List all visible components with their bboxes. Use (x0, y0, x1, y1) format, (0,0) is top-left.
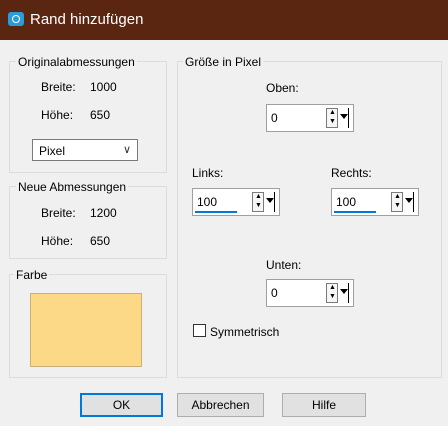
arrow-up-icon[interactable]: ▲ (254, 193, 263, 201)
arrow-down-icon[interactable]: ▼ (393, 202, 402, 210)
right-label: Rechts: (331, 166, 372, 180)
right-spinbox[interactable]: 100 ▲ ▼ (331, 188, 419, 216)
bottom-dropdown-icon[interactable] (340, 283, 350, 303)
color-swatch[interactable] (30, 293, 142, 367)
top-spinbox[interactable]: 0 ▲ ▼ (266, 104, 354, 132)
symmetric-label[interactable]: Symmetrisch (210, 325, 279, 339)
help-button[interactable]: Hilfe (282, 393, 366, 417)
right-dropdown-icon[interactable] (405, 192, 415, 212)
original-height-label: Höhe: (41, 108, 74, 122)
top-value[interactable]: 0 (271, 111, 278, 125)
new-width-value: 1200 (90, 206, 117, 220)
arrow-up-icon[interactable]: ▲ (328, 109, 337, 117)
right-stepper[interactable]: ▲ ▼ (391, 192, 403, 212)
new-size-group (9, 186, 167, 259)
right-value[interactable]: 100 (336, 195, 356, 209)
ok-button[interactable]: OK (80, 393, 163, 417)
focus-underline (334, 211, 376, 213)
left-label: Links: (192, 166, 224, 180)
bottom-spinbox[interactable]: 0 ▲ ▼ (266, 279, 354, 307)
original-width-label: Breite: (41, 80, 76, 94)
original-height-value: 650 (90, 108, 111, 122)
symmetric-checkbox[interactable] (193, 324, 206, 337)
bottom-label: Unten: (266, 258, 302, 272)
left-dropdown-icon[interactable] (266, 192, 276, 212)
new-width-label: Breite: (41, 206, 76, 220)
unit-select-value: Pixel (39, 144, 66, 158)
unit-select[interactable]: Pixel ∨ (32, 139, 138, 161)
chevron-down-icon: ∨ (122, 144, 131, 156)
arrow-up-icon[interactable]: ▲ (393, 193, 402, 201)
new-size-heading: Neue Abmessungen (16, 180, 129, 194)
top-stepper[interactable]: ▲ ▼ (326, 108, 338, 128)
new-height-value: 650 (90, 234, 111, 248)
original-width-value: 1000 (90, 80, 117, 94)
original-size-heading: Originalabmessungen (16, 55, 137, 69)
left-stepper[interactable]: ▲ ▼ (252, 192, 264, 212)
camera-icon (8, 12, 24, 26)
color-heading: Farbe (14, 268, 50, 282)
top-dropdown-icon[interactable] (340, 108, 350, 128)
left-spinbox[interactable]: 100 ▲ ▼ (192, 188, 280, 216)
arrow-down-icon[interactable]: ▼ (328, 118, 337, 126)
arrow-up-icon[interactable]: ▲ (328, 284, 337, 292)
new-height-label: Höhe: (41, 234, 74, 248)
bottom-stepper[interactable]: ▲ ▼ (326, 283, 338, 303)
top-label: Oben: (266, 81, 299, 95)
window-title: Rand hinzufügen (30, 11, 144, 28)
focus-underline (195, 211, 237, 213)
bottom-value[interactable]: 0 (271, 286, 278, 300)
left-value[interactable]: 100 (197, 195, 217, 209)
arrow-down-icon[interactable]: ▼ (254, 202, 263, 210)
arrow-down-icon[interactable]: ▼ (328, 293, 337, 301)
cancel-button[interactable]: Abbrechen (177, 393, 264, 417)
title-bar: Rand hinzufügen (0, 0, 448, 40)
size-px-heading: Größe in Pixel (183, 55, 264, 69)
